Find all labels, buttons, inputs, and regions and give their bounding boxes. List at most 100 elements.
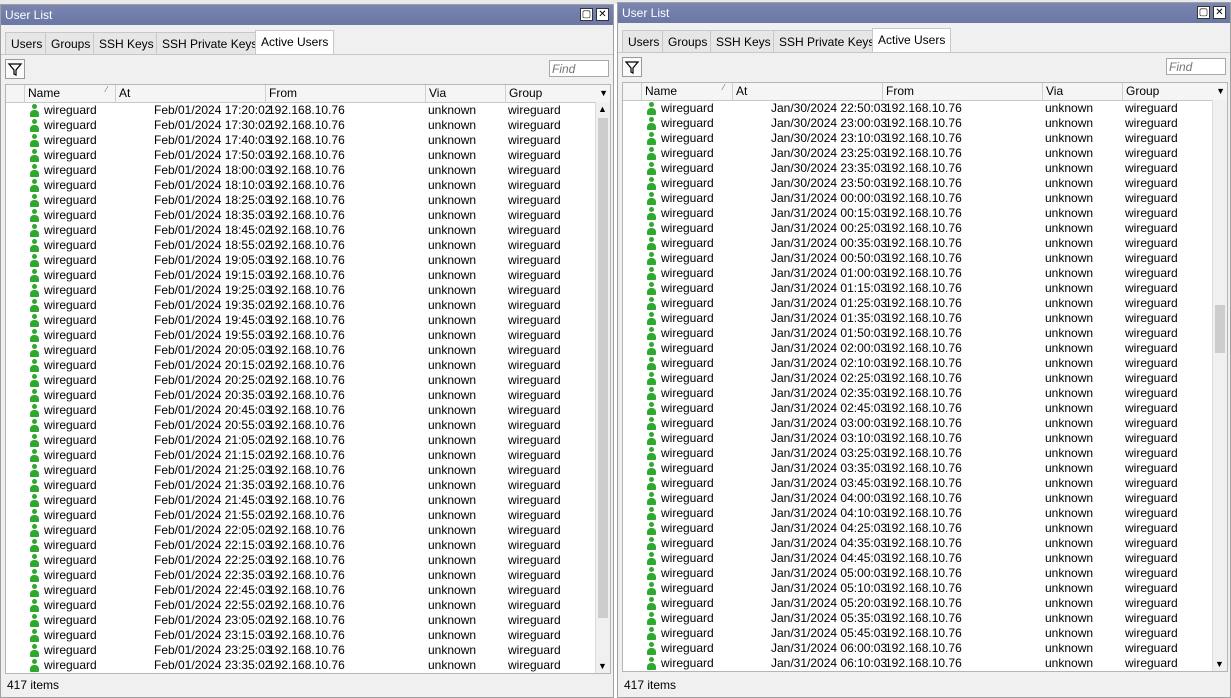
table-row[interactable]: wireguard Jan/31/2024 05:10:03 192.168.10.… <box>623 581 1211 596</box>
table-row[interactable]: wireguard Feb/01/2024 17:50:03 192.168.10.… <box>6 148 594 163</box>
table-row[interactable]: wireguard Jan/31/2024 02:45:03 192.168.10.… <box>623 401 1211 416</box>
tab-ssh-private-keys[interactable]: SSH Private Keys <box>773 30 881 52</box>
table-row[interactable]: wireguard Jan/31/2024 03:45:03 192.168.10.… <box>623 476 1211 491</box>
column-header-via[interactable]: Via <box>425 85 505 102</box>
filter-button[interactable] <box>5 59 25 79</box>
find-input[interactable] <box>1166 58 1226 75</box>
table-row[interactable]: wireguard Feb/01/2024 18:35:03 192.168.10.… <box>6 208 594 223</box>
table-row[interactable]: wireguard Jan/31/2024 01:50:03 192.168.10.… <box>623 326 1211 341</box>
table-row[interactable]: wireguard Jan/31/2024 00:50:03 192.168.10.… <box>623 251 1211 266</box>
column-header-via[interactable]: Via <box>1042 83 1122 100</box>
table-row[interactable]: wireguard Feb/01/2024 22:35:03 192.168.10.… <box>6 568 594 583</box>
table-row[interactable]: wireguard Feb/01/2024 18:25:03 192.168.10.… <box>6 193 594 208</box>
column-header-from[interactable]: From <box>265 85 425 102</box>
vertical-scrollbar[interactable]: ▲ ▼ <box>595 102 610 673</box>
window-titlebar[interactable]: User List ▢ ✕ <box>618 3 1230 23</box>
tab-users[interactable]: Users <box>5 32 49 54</box>
table-row[interactable]: wireguard Jan/31/2024 05:00:03 192.168.10.… <box>623 566 1211 581</box>
table-row[interactable]: wireguard Jan/30/2024 23:25:03 192.168.10.… <box>623 146 1211 161</box>
table-row[interactable]: wireguard Feb/01/2024 21:25:03 192.168.10.… <box>6 463 594 478</box>
table-row[interactable]: wireguard Jan/31/2024 00:25:03 192.168.10.… <box>623 221 1211 236</box>
table-row[interactable]: wireguard Feb/01/2024 19:25:03 192.168.10.… <box>6 283 594 298</box>
table-row[interactable]: wireguard Jan/30/2024 23:35:03 192.168.10.… <box>623 161 1211 176</box>
table-row[interactable]: wireguard Jan/31/2024 01:35:03 192.168.10.… <box>623 311 1211 326</box>
tab-active-users[interactable]: Active Users <box>872 28 952 53</box>
table-row[interactable]: wireguard Jan/31/2024 02:10:03 192.168.10.… <box>623 356 1211 371</box>
column-header-group[interactable]: Group <box>1122 83 1212 100</box>
table-row[interactable]: wireguard Jan/31/2024 03:10:03 192.168.10.… <box>623 431 1211 446</box>
table-row[interactable]: wireguard Feb/01/2024 19:15:03 192.168.10.… <box>6 268 594 283</box>
column-menu-icon[interactable]: ▼ <box>1216 86 1225 96</box>
table-row[interactable]: wireguard Jan/30/2024 23:00:03 192.168.10.… <box>623 116 1211 131</box>
table-row[interactable]: wireguard Feb/01/2024 21:15:02 192.168.10.… <box>6 448 594 463</box>
table-row[interactable]: wireguard Feb/01/2024 20:55:03 192.168.10.… <box>6 418 594 433</box>
table-row[interactable]: wireguard Jan/31/2024 04:45:03 192.168.10.… <box>623 551 1211 566</box>
table-row[interactable]: wireguard Jan/31/2024 02:00:03 192.168.10.… <box>623 341 1211 356</box>
table-row[interactable]: wireguard Feb/01/2024 18:10:03 192.168.10.… <box>6 178 594 193</box>
table-row[interactable]: wireguard Feb/01/2024 23:05:02 192.168.10.… <box>6 613 594 628</box>
table-row[interactable]: wireguard Jan/31/2024 03:25:03 192.168.10.… <box>623 446 1211 461</box>
table-row[interactable]: wireguard Feb/01/2024 22:15:03 192.168.10.… <box>6 538 594 553</box>
table-row[interactable]: wireguard Feb/01/2024 18:00:03 192.168.10.… <box>6 163 594 178</box>
table-row[interactable]: wireguard Feb/01/2024 18:45:02 192.168.10.… <box>6 223 594 238</box>
column-header-from[interactable]: From <box>882 83 1042 100</box>
table-row[interactable]: wireguard Feb/01/2024 20:35:03 192.168.10.… <box>6 388 594 403</box>
table-row[interactable]: wireguard Jan/31/2024 05:20:03 192.168.10.… <box>623 596 1211 611</box>
table-row[interactable]: wireguard Feb/01/2024 23:25:03 192.168.10.… <box>6 643 594 658</box>
table-row[interactable]: wireguard Feb/01/2024 22:25:03 192.168.10.… <box>6 553 594 568</box>
table-row[interactable]: wireguard Feb/01/2024 22:45:03 192.168.10.… <box>6 583 594 598</box>
table-row[interactable]: wireguard Feb/01/2024 21:45:03 192.168.10.… <box>6 493 594 508</box>
close-button[interactable]: ✕ <box>1213 6 1226 19</box>
table-row[interactable]: wireguard Jan/31/2024 00:35:03 192.168.10.… <box>623 236 1211 251</box>
tab-groups[interactable]: Groups <box>45 32 97 54</box>
table-row[interactable]: wireguard Feb/01/2024 17:40:03 192.168.10.… <box>6 133 594 148</box>
table-row[interactable]: wireguard Jan/31/2024 06:10:03 192.168.10.… <box>623 656 1211 671</box>
table-row[interactable]: wireguard Feb/01/2024 19:45:03 192.168.10.… <box>6 313 594 328</box>
find-input[interactable] <box>549 60 609 77</box>
table-row[interactable]: wireguard Feb/01/2024 21:05:02 192.168.10.… <box>6 433 594 448</box>
table-row[interactable]: wireguard Feb/01/2024 23:15:03 192.168.10.… <box>6 628 594 643</box>
table-row[interactable]: wireguard Jan/31/2024 06:00:03 192.168.10.… <box>623 641 1211 656</box>
table-row[interactable]: wireguard Feb/01/2024 22:05:02 192.168.10.… <box>6 523 594 538</box>
table-row[interactable]: wireguard Feb/01/2024 17:30:02 192.168.10.… <box>6 118 594 133</box>
table-row[interactable]: wireguard Jan/31/2024 05:35:03 192.168.10.… <box>623 611 1211 626</box>
window-titlebar[interactable]: User List ▢ ✕ <box>1 5 613 25</box>
table-row[interactable]: wireguard Jan/31/2024 02:35:03 192.168.10.… <box>623 386 1211 401</box>
tab-ssh-keys[interactable]: SSH Keys <box>710 30 777 52</box>
table-row[interactable]: wireguard Jan/31/2024 05:45:03 192.168.10.… <box>623 626 1211 641</box>
table-row[interactable]: wireguard Feb/01/2024 20:25:02 192.168.10.… <box>6 373 594 388</box>
table-row[interactable]: wireguard Feb/01/2024 22:55:02 192.168.10.… <box>6 598 594 613</box>
table-row[interactable]: wireguard Feb/01/2024 17:20:02 192.168.10.… <box>6 103 594 118</box>
table-row[interactable]: wireguard Jan/31/2024 02:25:03 192.168.10.… <box>623 371 1211 386</box>
table-row[interactable]: wireguard Feb/01/2024 21:55:02 192.168.10.… <box>6 508 594 523</box>
table-row[interactable]: wireguard Jan/30/2024 23:10:03 192.168.10.… <box>623 131 1211 146</box>
maximize-button[interactable]: ▢ <box>580 8 593 21</box>
tab-ssh-keys[interactable]: SSH Keys <box>93 32 160 54</box>
table-row[interactable]: wireguard Jan/31/2024 00:15:03 192.168.10.… <box>623 206 1211 221</box>
table-row[interactable]: wireguard Feb/01/2024 23:35:02 192.168.10.… <box>6 658 594 673</box>
table-row[interactable]: wireguard Jan/31/2024 04:10:03 192.168.10.… <box>623 506 1211 521</box>
table-row[interactable]: wireguard Jan/31/2024 04:00:03 192.168.10.… <box>623 491 1211 506</box>
table-row[interactable]: wireguard Feb/01/2024 21:35:03 192.168.10.… <box>6 478 594 493</box>
column-header-at[interactable]: At <box>115 85 265 102</box>
maximize-button[interactable]: ▢ <box>1197 6 1210 19</box>
column-header-name[interactable]: Name <box>641 83 732 100</box>
scroll-up-icon[interactable]: ▲ <box>598 104 607 114</box>
column-header-name[interactable]: Name <box>24 85 115 102</box>
scrollbar-thumb[interactable] <box>598 118 608 618</box>
scroll-down-icon[interactable]: ▼ <box>598 661 607 671</box>
table-row[interactable]: wireguard Feb/01/2024 19:35:02 192.168.10.… <box>6 298 594 313</box>
table-row[interactable]: wireguard Jan/31/2024 04:25:03 192.168.10.… <box>623 521 1211 536</box>
tab-ssh-private-keys[interactable]: SSH Private Keys <box>156 32 264 54</box>
scrollbar-thumb[interactable] <box>1215 305 1225 353</box>
table-row[interactable]: wireguard Jan/31/2024 03:35:03 192.168.10.… <box>623 461 1211 476</box>
scroll-down-icon[interactable]: ▼ <box>1215 659 1224 669</box>
table-row[interactable]: wireguard Feb/01/2024 20:15:02 192.168.10.… <box>6 358 594 373</box>
table-row[interactable]: wireguard Jan/31/2024 01:25:03 192.168.10.… <box>623 296 1211 311</box>
tab-groups[interactable]: Groups <box>662 30 714 52</box>
table-row[interactable]: wireguard Feb/01/2024 19:05:03 192.168.10.… <box>6 253 594 268</box>
filter-button[interactable] <box>622 57 642 77</box>
table-row[interactable]: wireguard Feb/01/2024 20:05:03 192.168.10.… <box>6 343 594 358</box>
table-row[interactable]: wireguard Feb/01/2024 19:55:03 192.168.10.… <box>6 328 594 343</box>
column-menu-icon[interactable]: ▼ <box>599 88 608 98</box>
